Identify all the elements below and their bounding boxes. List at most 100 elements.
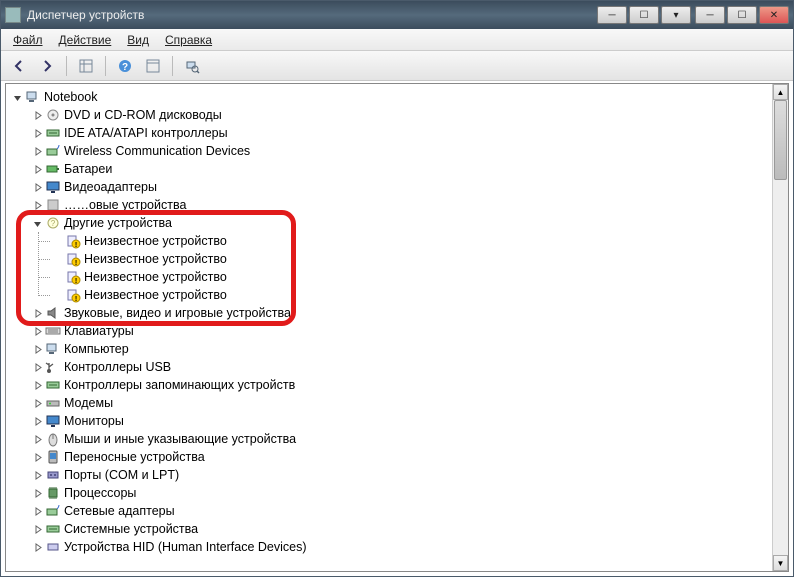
scan-button[interactable]: [180, 54, 204, 78]
expand-toggle[interactable]: [32, 506, 43, 517]
sound-icon: [45, 305, 61, 321]
expand-toggle[interactable]: [32, 434, 43, 445]
category-node[interactable]: Мониторы: [32, 412, 772, 430]
expand-toggle[interactable]: [32, 380, 43, 391]
expand-toggle[interactable]: [32, 470, 43, 481]
vertical-scrollbar[interactable]: ▲ ▼: [772, 84, 788, 571]
category-node[interactable]: Порты (COM и LPT): [32, 466, 772, 484]
minimize-button[interactable]: ─: [695, 6, 725, 24]
unknown-device-icon: !: [65, 233, 81, 249]
computer-root-icon: [25, 89, 41, 105]
unknown-device-icon: !: [65, 251, 81, 267]
menu-file[interactable]: Файл: [7, 31, 49, 49]
category-node[interactable]: Батареи: [32, 160, 772, 178]
expand-toggle[interactable]: [32, 398, 43, 409]
category-node[interactable]: Устройства HID (Human Interface Devices): [32, 538, 772, 556]
maximize-button-secondary[interactable]: ☐: [629, 6, 659, 24]
scroll-down-button[interactable]: ▼: [773, 555, 788, 571]
menu-view[interactable]: Вид: [121, 31, 155, 49]
category-node[interactable]: Системные устройства: [32, 520, 772, 538]
expand-toggle[interactable]: [32, 488, 43, 499]
svg-text:!: !: [75, 278, 77, 285]
category-label: ……овые устройства: [64, 196, 186, 214]
category-label: Устройства HID (Human Interface Devices): [64, 538, 307, 556]
storage-icon: [45, 377, 61, 393]
category-label: DVD и CD-ROM дисководы: [64, 106, 222, 124]
category-node[interactable]: ……овые устройства: [32, 196, 772, 214]
back-button[interactable]: [7, 54, 31, 78]
category-label: Клавиатуры: [64, 322, 134, 340]
expand-toggle[interactable]: [32, 308, 43, 319]
expand-toggle[interactable]: [32, 452, 43, 463]
close-button[interactable]: ✕: [759, 6, 789, 24]
expand-toggle[interactable]: [32, 200, 43, 211]
device-node[interactable]: !Неизвестное устройство: [54, 250, 772, 268]
category-node[interactable]: ?Другие устройства: [32, 214, 772, 232]
storage-icon: [45, 377, 61, 393]
usb-icon: [45, 359, 61, 375]
toolbar-separator: [172, 56, 173, 76]
category-label: Сетевые адаптеры: [64, 502, 175, 520]
category-label: Порты (COM и LPT): [64, 466, 179, 484]
category-node[interactable]: Звуковые, видео и игровые устройства: [32, 304, 772, 322]
category-label: Модемы: [64, 394, 113, 412]
category-node[interactable]: Контроллеры запоминающих устройств: [32, 376, 772, 394]
expand-toggle[interactable]: [32, 524, 43, 535]
expand-toggle[interactable]: [32, 110, 43, 121]
category-node[interactable]: Мыши и иные указывающие устройства: [32, 430, 772, 448]
scroll-thumb[interactable]: [774, 100, 787, 180]
titlebar: Диспетчер устройств ─ ☐ ▾ ─ ☐ ✕: [1, 1, 793, 29]
properties-button[interactable]: [141, 54, 165, 78]
category-label: Контроллеры USB: [64, 358, 171, 376]
menu-help[interactable]: Справка: [159, 31, 218, 49]
category-node[interactable]: Компьютер: [32, 340, 772, 358]
category-node[interactable]: Переносные устройства: [32, 448, 772, 466]
scroll-up-button[interactable]: ▲: [773, 84, 788, 100]
category-label: Батареи: [64, 160, 112, 178]
cpu-icon: [45, 485, 61, 501]
expand-toggle[interactable]: [32, 326, 43, 337]
expand-toggle[interactable]: [32, 542, 43, 553]
display-icon: [45, 179, 61, 195]
expand-toggle[interactable]: [32, 344, 43, 355]
expand-toggle[interactable]: [32, 146, 43, 157]
minimize-button-secondary[interactable]: ─: [597, 6, 627, 24]
expand-toggle[interactable]: [32, 362, 43, 373]
category-node[interactable]: Сетевые адаптеры: [32, 502, 772, 520]
category-node[interactable]: IDE ATA/ATAPI контроллеры: [32, 124, 772, 142]
collapse-toggle[interactable]: [12, 92, 23, 103]
expand-toggle[interactable]: [32, 416, 43, 427]
maximize-button[interactable]: ☐: [727, 6, 757, 24]
show-hidden-button[interactable]: [74, 54, 98, 78]
category-node[interactable]: Контроллеры USB: [32, 358, 772, 376]
category-node[interactable]: Wireless Communication Devices: [32, 142, 772, 160]
scroll-track[interactable]: [773, 100, 788, 555]
category-node[interactable]: Модемы: [32, 394, 772, 412]
optical-drive-icon: [45, 107, 61, 123]
category-node[interactable]: Видеоадаптеры: [32, 178, 772, 196]
device-node[interactable]: !Неизвестное устройство: [54, 232, 772, 250]
category-node[interactable]: Клавиатуры: [32, 322, 772, 340]
category-node[interactable]: Процессоры: [32, 484, 772, 502]
tree-root[interactable]: Notebook: [12, 88, 772, 106]
menu-action[interactable]: Действие: [53, 31, 118, 49]
expand-toggle[interactable]: [32, 128, 43, 139]
collapse-toggle[interactable]: [32, 218, 43, 229]
system-icon: [45, 521, 61, 537]
monitor-icon: [45, 413, 61, 429]
expand-toggle[interactable]: [32, 164, 43, 175]
device-node[interactable]: !Неизвестное устройство: [54, 268, 772, 286]
category-label: Мониторы: [64, 412, 124, 430]
controller-icon: [45, 125, 61, 141]
forward-button[interactable]: [35, 54, 59, 78]
port-icon: [45, 467, 61, 483]
expand-toggle[interactable]: [32, 182, 43, 193]
help-button[interactable]: ?: [113, 54, 137, 78]
port-icon: [45, 467, 61, 483]
system-icon: [45, 521, 61, 537]
device-node[interactable]: !Неизвестное устройство: [54, 286, 772, 304]
unknown-device-icon: !: [65, 269, 81, 285]
category-node[interactable]: DVD и CD-ROM дисководы: [32, 106, 772, 124]
dropdown-button-secondary[interactable]: ▾: [661, 6, 691, 24]
device-tree[interactable]: NotebookDVD и CD-ROM дисководыIDE ATA/AT…: [6, 84, 772, 571]
